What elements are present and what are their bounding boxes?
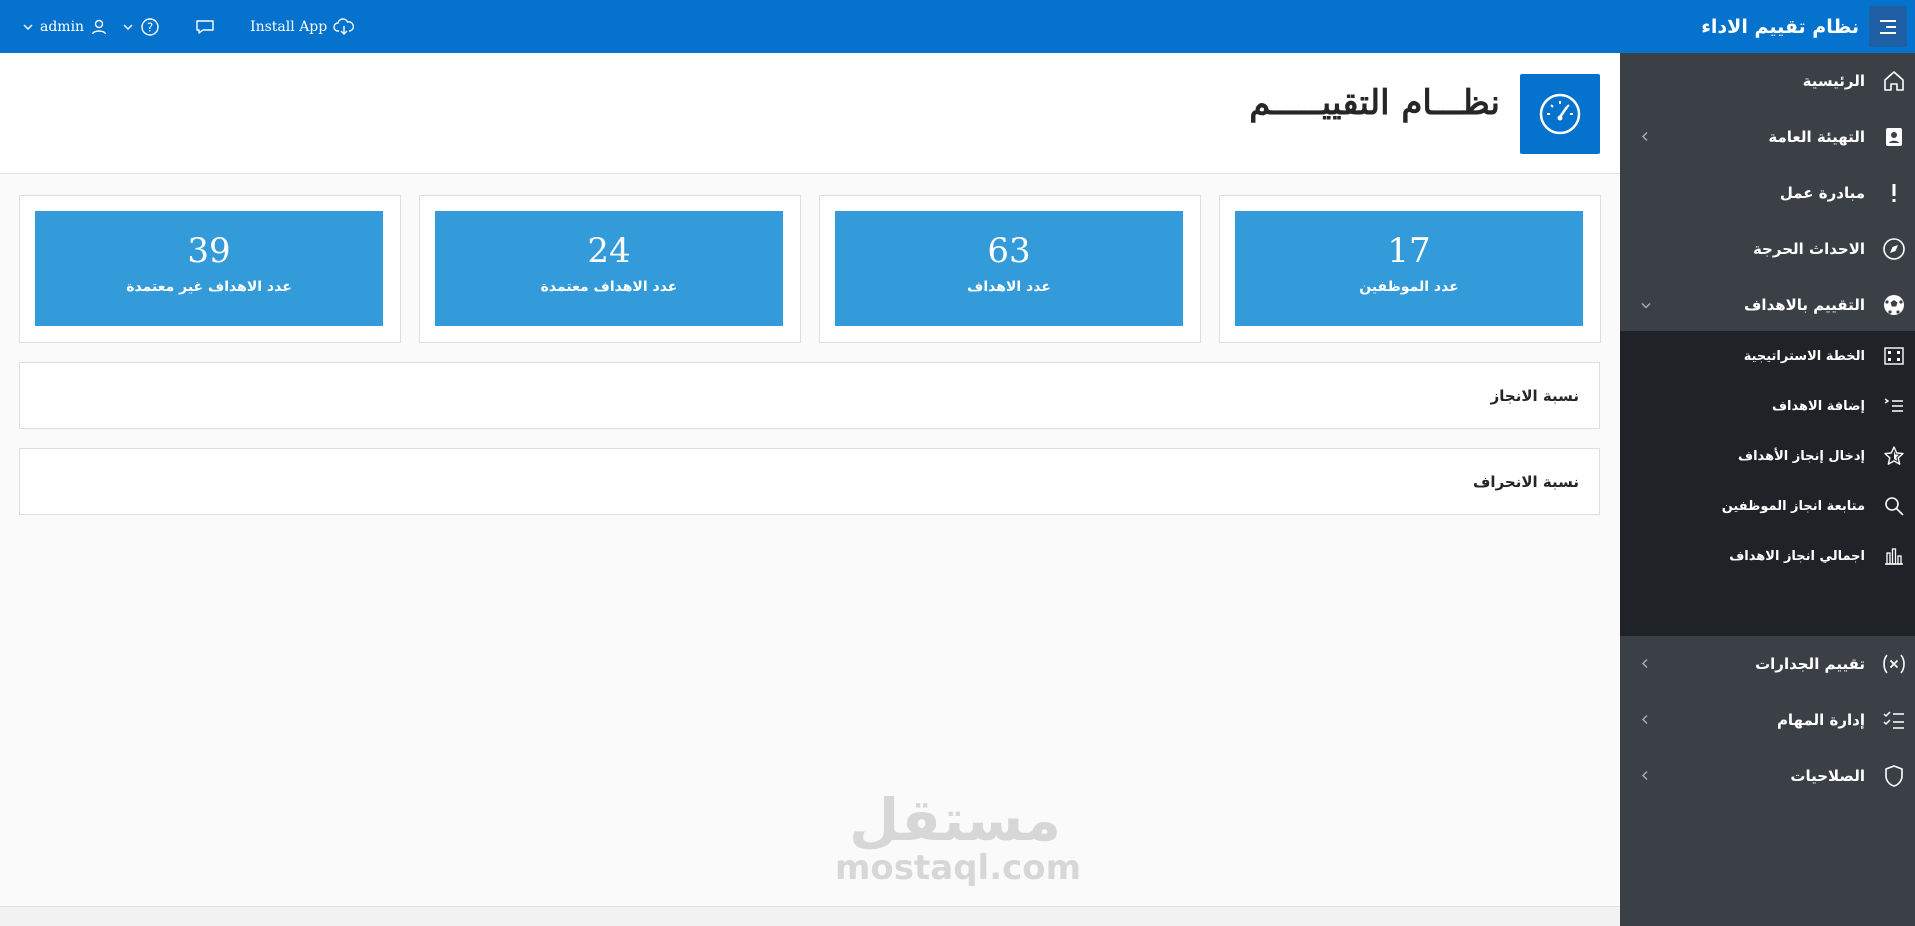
sidebar-item-label: إضافة الاهداف bbox=[1771, 398, 1865, 414]
watermark-latin: mostaql.com bbox=[835, 848, 1082, 888]
username: admin bbox=[40, 18, 85, 35]
contact-card-icon bbox=[1879, 122, 1909, 152]
list-add-icon bbox=[1879, 391, 1909, 421]
sidebar-subitem-add-goals[interactable]: إضافة الاهداف bbox=[1620, 381, 1915, 431]
stat-tile[interactable]: 17 عدد الموظفين bbox=[1235, 211, 1583, 326]
help-circle-icon: ? bbox=[140, 17, 160, 37]
page-title: نظـــام التقييـــــم bbox=[1249, 83, 1500, 123]
watermark: مستقل mostaql.com bbox=[835, 786, 1082, 888]
sidebar-item-work-initiative[interactable]: مبادرة عمل bbox=[1620, 165, 1915, 221]
home-icon bbox=[1879, 66, 1909, 96]
sidebar-item-label: الرئيسية bbox=[1802, 72, 1865, 90]
sidebar-item-critical-events[interactable]: الاحداث الحرجة bbox=[1620, 221, 1915, 277]
install-app-button[interactable]: Install App bbox=[250, 17, 355, 36]
sidebar-item-label: متابعة انجاز الموظفين bbox=[1721, 498, 1865, 514]
stat-value: 39 bbox=[187, 231, 231, 271]
top-bar: نظام تقييم الاداء admin ? Install App bbox=[0, 0, 1915, 53]
star-icon bbox=[1879, 441, 1909, 471]
stat-tile[interactable]: 63 عدد الاهداف bbox=[835, 211, 1183, 326]
feedback-button[interactable] bbox=[194, 18, 216, 36]
stat-label: عدد الاهداف غير معتمدة bbox=[126, 279, 292, 295]
sidebar-subitem-track-employees[interactable]: متابعة انجاز الموظفين bbox=[1620, 481, 1915, 531]
hamburger-menu-icon[interactable] bbox=[1869, 6, 1907, 47]
stat-label: عدد الاهداف معتمدة bbox=[540, 279, 678, 295]
panel-title: نسبة الانحراف bbox=[1473, 473, 1579, 491]
sidebar-item-label: الاحداث الحرجة bbox=[1752, 240, 1865, 258]
header-nav: admin ? Install App bbox=[22, 0, 355, 53]
sidebar-item-label: إدارة المهام bbox=[1776, 711, 1865, 729]
checklist-icon bbox=[1879, 705, 1909, 735]
chevron-down-icon bbox=[22, 21, 34, 33]
chevron-left-icon bbox=[1640, 767, 1650, 786]
brand: نظام تقييم الاداء bbox=[1701, 0, 1907, 53]
watermark-arabic: مستقل bbox=[848, 786, 1062, 854]
building-grid-icon bbox=[1879, 341, 1909, 371]
sidebar-subitem-strategic-plan[interactable]: الخطة الاستراتيجية bbox=[1620, 331, 1915, 381]
stat-tile[interactable]: 39 عدد الاهداف غير معتمدة bbox=[35, 211, 383, 326]
sidebar-item-goal-evaluation[interactable]: التقييم بالاهداف bbox=[1620, 277, 1915, 333]
sidebar-item-label: التقييم بالاهداف bbox=[1744, 296, 1865, 314]
help-button[interactable]: ? bbox=[122, 17, 160, 37]
sidebar-item-label: إدخال إنجاز الأهداف bbox=[1738, 448, 1865, 464]
panel-achievement-rate: نسبة الانجاز bbox=[19, 362, 1600, 429]
bottom-bar bbox=[0, 906, 1620, 926]
main-content: نظـــام التقييـــــم 17 عدد الموظفين 63 … bbox=[0, 53, 1620, 926]
chevron-down-icon bbox=[1640, 296, 1652, 315]
chevron-left-icon bbox=[1640, 128, 1650, 147]
sidebar-item-general-setup[interactable]: التهيئة العامة bbox=[1620, 109, 1915, 165]
stat-label: عدد الاهداف bbox=[967, 279, 1051, 295]
sidebar-item-label: التهيئة العامة bbox=[1768, 128, 1865, 146]
bar-chart-icon bbox=[1879, 541, 1909, 571]
sidebar-subnav: الخطة الاستراتيجية إضافة الاهداف إدخال إ… bbox=[1620, 331, 1915, 636]
install-app-label: Install App bbox=[250, 18, 328, 35]
user-menu-button[interactable]: admin bbox=[22, 18, 108, 36]
stat-card-employees: 17 عدد الموظفين bbox=[1219, 195, 1601, 343]
stat-value: 17 bbox=[1387, 231, 1431, 271]
stat-card-unapproved-goals: 39 عدد الاهداف غير معتمدة bbox=[19, 195, 401, 343]
shield-icon bbox=[1879, 761, 1909, 791]
panel-title: نسبة الانجاز bbox=[1490, 387, 1579, 405]
sidebar-subitem-enter-achievement[interactable]: إدخال إنجاز الأهداف bbox=[1620, 431, 1915, 481]
sidebar-item-task-management[interactable]: إدارة المهام bbox=[1620, 692, 1915, 748]
exclamation-icon bbox=[1879, 178, 1909, 208]
app-title[interactable]: نظام تقييم الاداء bbox=[1701, 16, 1859, 38]
variable-x-icon bbox=[1879, 649, 1909, 679]
chevron-left-icon bbox=[1640, 655, 1650, 674]
stat-value: 24 bbox=[587, 231, 631, 271]
stat-value: 63 bbox=[987, 231, 1031, 271]
compass-icon bbox=[1879, 234, 1909, 264]
stat-label: عدد الموظفين bbox=[1359, 279, 1459, 295]
sidebar-item-label: تقييم الجدارات bbox=[1755, 655, 1865, 673]
chat-bubble-icon bbox=[194, 18, 216, 36]
sidebar-item-label: مبادرة عمل bbox=[1779, 184, 1865, 202]
sidebar-item-permissions[interactable]: الصلاحيات bbox=[1620, 748, 1915, 804]
sidebar-item-home[interactable]: الرئيسية bbox=[1620, 53, 1915, 109]
panel-deviation-rate: نسبة الانحراف bbox=[19, 448, 1600, 515]
sidebar: الرئيسية التهيئة العامة مبادرة عمل الاحد… bbox=[1620, 53, 1915, 926]
chevron-left-icon bbox=[1640, 711, 1650, 730]
stat-card-goals: 63 عدد الاهداف bbox=[819, 195, 1201, 343]
sidebar-item-label: اجمالي انجاز الاهداف bbox=[1729, 548, 1865, 564]
sidebar-subitem-total-achievement[interactable]: اجمالي انجاز الاهداف bbox=[1620, 531, 1915, 581]
sidebar-item-competency-evaluation[interactable]: تقييم الجدارات bbox=[1620, 636, 1915, 692]
speedometer-icon bbox=[1520, 74, 1600, 154]
cloud-download-icon bbox=[333, 17, 355, 36]
user-icon bbox=[90, 18, 108, 36]
search-icon bbox=[1879, 491, 1909, 521]
sidebar-item-label: الصلاحيات bbox=[1790, 767, 1865, 785]
sidebar-item-label: الخطة الاستراتيجية bbox=[1743, 348, 1865, 364]
soccer-ball-icon bbox=[1879, 290, 1909, 320]
chevron-down-icon bbox=[122, 21, 134, 33]
hero-region: نظـــام التقييـــــم bbox=[0, 53, 1620, 174]
svg-text:?: ? bbox=[147, 20, 153, 34]
stat-card-approved-goals: 24 عدد الاهداف معتمدة bbox=[419, 195, 801, 343]
stat-tile[interactable]: 24 عدد الاهداف معتمدة bbox=[435, 211, 783, 326]
